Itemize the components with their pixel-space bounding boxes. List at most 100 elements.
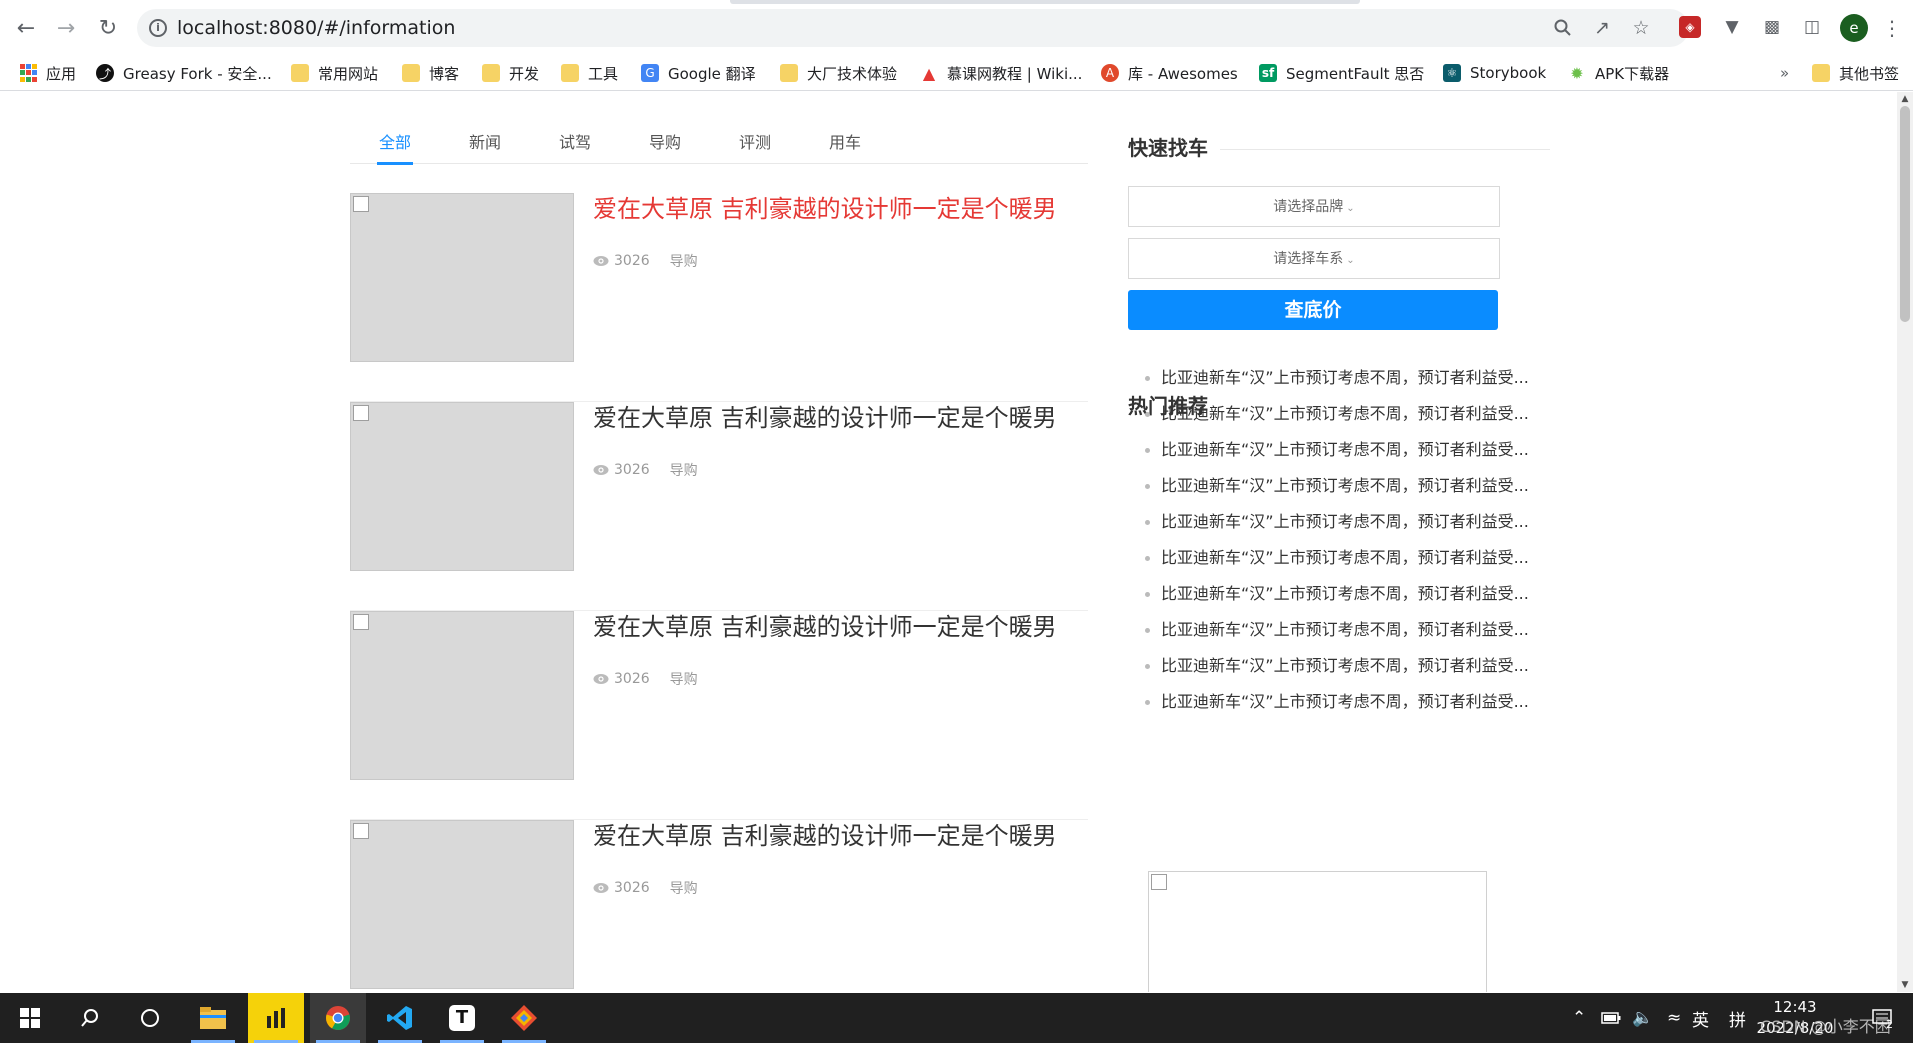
broken-image-icon bbox=[353, 823, 369, 839]
tab-news[interactable]: 新闻 bbox=[440, 130, 530, 164]
bookmark-storybook[interactable]: ⚛ Storybook bbox=[1443, 55, 1546, 91]
profile-avatar[interactable]: e bbox=[1840, 14, 1868, 42]
bookmark-awesomes[interactable]: A 库 - Awesomes bbox=[1101, 55, 1238, 91]
wifi-icon[interactable]: ≈ bbox=[1667, 993, 1681, 1043]
address-url[interactable]: localhost:8080/#/information bbox=[177, 17, 455, 39]
article-title[interactable]: 爱在大草原 吉利豪越的设计师一定是个暖男 bbox=[593, 820, 1057, 852]
more-bookmarks-button[interactable]: » bbox=[1780, 55, 1789, 91]
file-explorer-icon[interactable] bbox=[185, 993, 241, 1043]
bookmark-greasyfork[interactable]: ⤴ Greasy Fork - 安全... bbox=[96, 55, 272, 91]
hot-item[interactable]: 比亚迪新车“汉”上市预订考虑不周，预订者利益受... bbox=[1145, 432, 1565, 468]
ime-language[interactable]: 英 bbox=[1692, 993, 1709, 1043]
notification-center-icon[interactable]: 2 bbox=[1872, 993, 1893, 1043]
hot-item[interactable]: 比亚迪新车“汉”上市预订考虑不周，预订者利益受... bbox=[1145, 684, 1565, 720]
volume-icon[interactable]: 🔈 bbox=[1632, 993, 1653, 1043]
hot-item-text[interactable]: 比亚迪新车“汉”上市预订考虑不周，预订者利益受... bbox=[1161, 432, 1529, 468]
bookmark-label: 常用网站 bbox=[318, 64, 379, 83]
bookmark-segmentfault[interactable]: sf SegmentFault 思否 bbox=[1259, 55, 1424, 91]
side-panel-icon[interactable]: ◫ bbox=[1799, 14, 1825, 40]
scroll-up-icon[interactable]: ▲ bbox=[1897, 92, 1913, 106]
bookmark-folder-dev[interactable]: 开发 bbox=[482, 55, 539, 91]
scrollbar-thumb[interactable] bbox=[1900, 106, 1910, 322]
extensions-puzzle-icon[interactable]: ▩ bbox=[1759, 14, 1785, 40]
hot-item[interactable]: 比亚迪新车“汉”上市预订考虑不周，预订者利益受... bbox=[1145, 360, 1565, 396]
powerbi-app-icon[interactable] bbox=[248, 993, 304, 1043]
article-item[interactable]: 爱在大草原 吉利豪越的设计师一定是个暖男 3026 导购 bbox=[350, 193, 1088, 402]
reload-icon[interactable]: ↻ bbox=[92, 12, 124, 44]
bookmark-folder-blog[interactable]: 博客 bbox=[402, 55, 459, 91]
tab-buying-guide[interactable]: 导购 bbox=[620, 130, 710, 164]
article-thumbnail[interactable] bbox=[350, 193, 574, 362]
tab-review[interactable]: 评测 bbox=[710, 130, 800, 164]
extension-vue-icon[interactable]: ▼ bbox=[1719, 14, 1745, 40]
article-title[interactable]: 爱在大草原 吉利豪越的设计师一定是个暖男 bbox=[593, 611, 1057, 643]
hot-item-text[interactable]: 比亚迪新车“汉”上市预订考虑不周，预订者利益受... bbox=[1161, 396, 1529, 432]
scroll-down-icon[interactable]: ▼ bbox=[1897, 978, 1913, 992]
check-price-button[interactable]: 查底价 bbox=[1128, 290, 1498, 330]
browser-menu-icon[interactable]: ⋮ bbox=[1880, 14, 1904, 42]
tab-all[interactable]: 全部 bbox=[350, 130, 440, 165]
bookmark-label: 博客 bbox=[429, 64, 460, 83]
tab-strip bbox=[730, 0, 1360, 4]
hot-item-text[interactable]: 比亚迪新车“汉”上市预订考虑不周，预订者利益受... bbox=[1161, 612, 1529, 648]
hot-item-text[interactable]: 比亚迪新车“汉”上市预订考虑不周，预订者利益受... bbox=[1161, 468, 1529, 504]
bookmark-imooc[interactable]: ▲ 慕课网教程 | Wiki... bbox=[920, 55, 1083, 91]
page-scrollbar[interactable]: ▲ ▼ bbox=[1897, 92, 1913, 992]
article-thumbnail[interactable] bbox=[350, 402, 574, 571]
bookmark-google-translate[interactable]: G Google 翻译 bbox=[641, 55, 756, 91]
google-translate-icon: G bbox=[641, 64, 659, 82]
battery-icon[interactable] bbox=[1601, 993, 1621, 1043]
article-thumbnail[interactable] bbox=[350, 611, 574, 780]
zoom-icon[interactable] bbox=[1551, 16, 1575, 40]
bookmark-label: 应用 bbox=[46, 64, 77, 83]
hot-item-text[interactable]: 比亚迪新车“汉”上市预订考虑不周，预订者利益受... bbox=[1161, 684, 1529, 720]
forward-arrow-icon[interactable]: → bbox=[50, 12, 82, 44]
tab-test-drive[interactable]: 试驾 bbox=[530, 130, 620, 164]
article-item[interactable]: 爱在大草原 吉利豪越的设计师一定是个暖男 3026 导购 bbox=[350, 611, 1088, 820]
series-select[interactable]: 请选择车系 ⌄ bbox=[1128, 238, 1500, 279]
windows-start-icon[interactable] bbox=[2, 993, 58, 1043]
article-title[interactable]: 爱在大草原 吉利豪越的设计师一定是个暖男 bbox=[593, 402, 1057, 434]
ime-mode[interactable]: 拼 bbox=[1729, 993, 1746, 1043]
bookmark-folder-tools[interactable]: 工具 bbox=[561, 55, 618, 91]
back-arrow-icon[interactable]: ← bbox=[10, 12, 42, 44]
git-client-icon[interactable] bbox=[496, 993, 552, 1043]
hot-item[interactable]: 比亚迪新车“汉”上市预订考虑不周，预订者利益受... bbox=[1145, 540, 1565, 576]
hot-item-text[interactable]: 比亚迪新车“汉”上市预订考虑不周，预订者利益受... bbox=[1161, 648, 1529, 684]
hot-item[interactable]: 比亚迪新车“汉”上市预订考虑不周，预订者利益受... bbox=[1145, 504, 1565, 540]
article-item[interactable]: 爱在大草原 吉利豪越的设计师一定是个暖男 3026 导购 bbox=[350, 402, 1088, 611]
bookmark-other[interactable]: 其他书签 bbox=[1812, 55, 1899, 91]
hot-item-text[interactable]: 比亚迪新车“汉”上市预订考虑不周，预订者利益受... bbox=[1161, 504, 1529, 540]
extension-red-icon[interactable]: ◈ bbox=[1679, 16, 1701, 38]
task-view-icon[interactable] bbox=[122, 993, 178, 1043]
hot-item-text[interactable]: 比亚迪新车“汉”上市预订考虑不周，预订者利益受... bbox=[1161, 540, 1529, 576]
article-title[interactable]: 爱在大草原 吉利豪越的设计师一定是个暖男 bbox=[593, 193, 1057, 225]
bookmark-folder-bigtech[interactable]: 大厂技术体验 bbox=[780, 55, 897, 91]
site-info-icon[interactable]: i bbox=[149, 19, 167, 37]
search-icon[interactable] bbox=[62, 993, 118, 1043]
bookmark-star-icon[interactable]: ☆ bbox=[1629, 16, 1653, 40]
hot-item-text[interactable]: 比亚迪新车“汉”上市预订考虑不周，预订者利益受... bbox=[1161, 360, 1529, 396]
hot-item[interactable]: 比亚迪新车“汉”上市预订考虑不周，预订者利益受... bbox=[1145, 396, 1565, 432]
bookmark-apps[interactable]: 应用 bbox=[19, 55, 76, 91]
show-hidden-icons[interactable]: ⌃ bbox=[1572, 993, 1586, 1043]
share-icon[interactable]: ↗ bbox=[1590, 16, 1614, 40]
article-thumbnail[interactable] bbox=[350, 820, 574, 989]
typora-icon[interactable]: T bbox=[434, 993, 490, 1043]
vscode-icon[interactable] bbox=[372, 993, 428, 1043]
brand-select[interactable]: 请选择品牌 ⌄ bbox=[1128, 186, 1500, 227]
hot-item[interactable]: 比亚迪新车“汉”上市预订考虑不周，预订者利益受... bbox=[1145, 468, 1565, 504]
chrome-icon[interactable] bbox=[310, 993, 366, 1043]
ad-image[interactable] bbox=[1148, 871, 1487, 992]
hot-item-text[interactable]: 比亚迪新车“汉”上市预订考虑不周，预订者利益受... bbox=[1161, 576, 1529, 612]
hot-item[interactable]: 比亚迪新车“汉”上市预订考虑不周，预订者利益受... bbox=[1145, 648, 1565, 684]
bookmark-apk[interactable]: ✹ APK下载器 bbox=[1568, 55, 1669, 91]
address-bar[interactable]: i localhost:8080/#/information ↗ ☆ bbox=[137, 9, 1689, 47]
tab-car-use[interactable]: 用车 bbox=[800, 130, 890, 164]
notification-count: 2 bbox=[1886, 1017, 1893, 1031]
broken-image-icon bbox=[353, 405, 369, 421]
article-item[interactable]: 爱在大草原 吉利豪越的设计师一定是个暖男 3026 导购 bbox=[350, 820, 1088, 992]
bookmark-folder-common[interactable]: 常用网站 bbox=[291, 55, 378, 91]
hot-item[interactable]: 比亚迪新车“汉”上市预订考虑不周，预订者利益受... bbox=[1145, 612, 1565, 648]
hot-item[interactable]: 比亚迪新车“汉”上市预订考虑不周，预订者利益受... bbox=[1145, 576, 1565, 612]
